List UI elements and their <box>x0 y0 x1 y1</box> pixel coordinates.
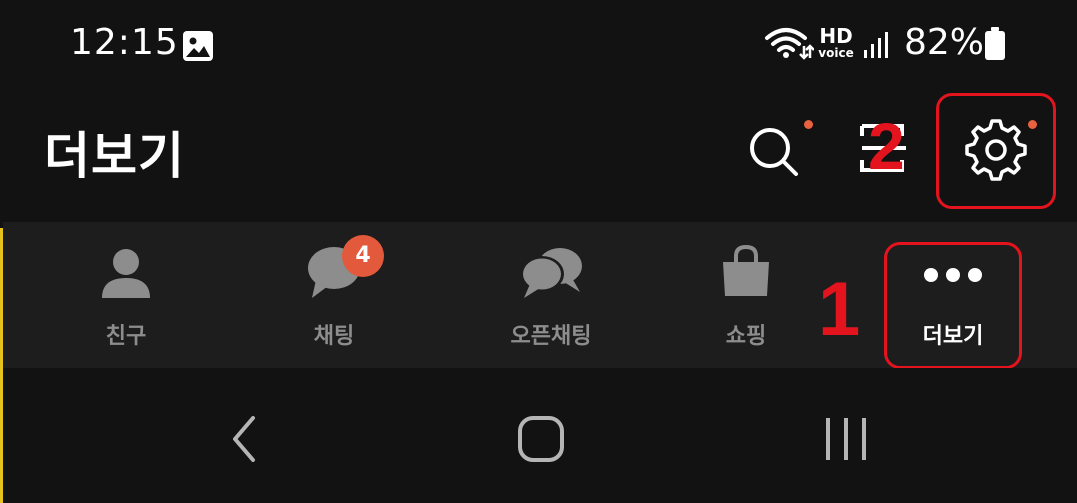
open-chat-icon <box>520 248 582 298</box>
back-icon[interactable] <box>225 414 265 464</box>
annotation-box-more <box>884 242 1022 369</box>
hd-label: HD <box>819 24 853 48</box>
annotation-number-1: 1 <box>818 267 861 352</box>
signal-icon <box>864 32 888 58</box>
nav-label-shopping: 쇼핑 <box>725 324 767 349</box>
recents-icon[interactable] <box>821 414 871 464</box>
battery-percent: 82% <box>904 22 985 63</box>
search-icon <box>750 128 798 176</box>
wifi-icon <box>765 28 814 60</box>
hd-voice-indicator: HD voice <box>816 26 856 59</box>
search-notification-dot <box>804 120 813 129</box>
nav-label-open-chat: 오픈채팅 <box>510 324 592 349</box>
page-title: 더보기 <box>44 127 185 185</box>
nav-friends[interactable]: 친구 <box>61 222 191 368</box>
status-bar: 12:15 HD voice 82% <box>0 0 1077 90</box>
search-button[interactable] <box>744 118 813 180</box>
nav-shopping[interactable]: 쇼핑 <box>681 222 811 368</box>
shopping-bag-icon <box>723 244 769 296</box>
phone-screen: 12:15 HD voice 82% 더보기 2 친구 4 채팅 오픈채팅 쇼핑… <box>0 0 1077 503</box>
person-icon <box>102 249 150 298</box>
home-icon[interactable] <box>516 414 566 464</box>
nav-label-friends: 친구 <box>105 324 147 349</box>
battery-icon <box>985 27 1005 60</box>
system-nav-bar <box>3 368 1077 503</box>
annotation-box-settings <box>936 93 1056 209</box>
nav-chats[interactable]: 4 채팅 <box>269 222 399 368</box>
voice-label: voice <box>818 46 854 60</box>
nav-label-chats: 채팅 <box>313 324 355 349</box>
gallery-icon <box>183 31 213 61</box>
chat-badge: 4 <box>342 235 384 277</box>
status-time: 12:15 <box>70 22 179 63</box>
annotation-number-2: 2 <box>868 109 905 183</box>
nav-open-chat[interactable]: 오픈채팅 <box>476 222 626 368</box>
